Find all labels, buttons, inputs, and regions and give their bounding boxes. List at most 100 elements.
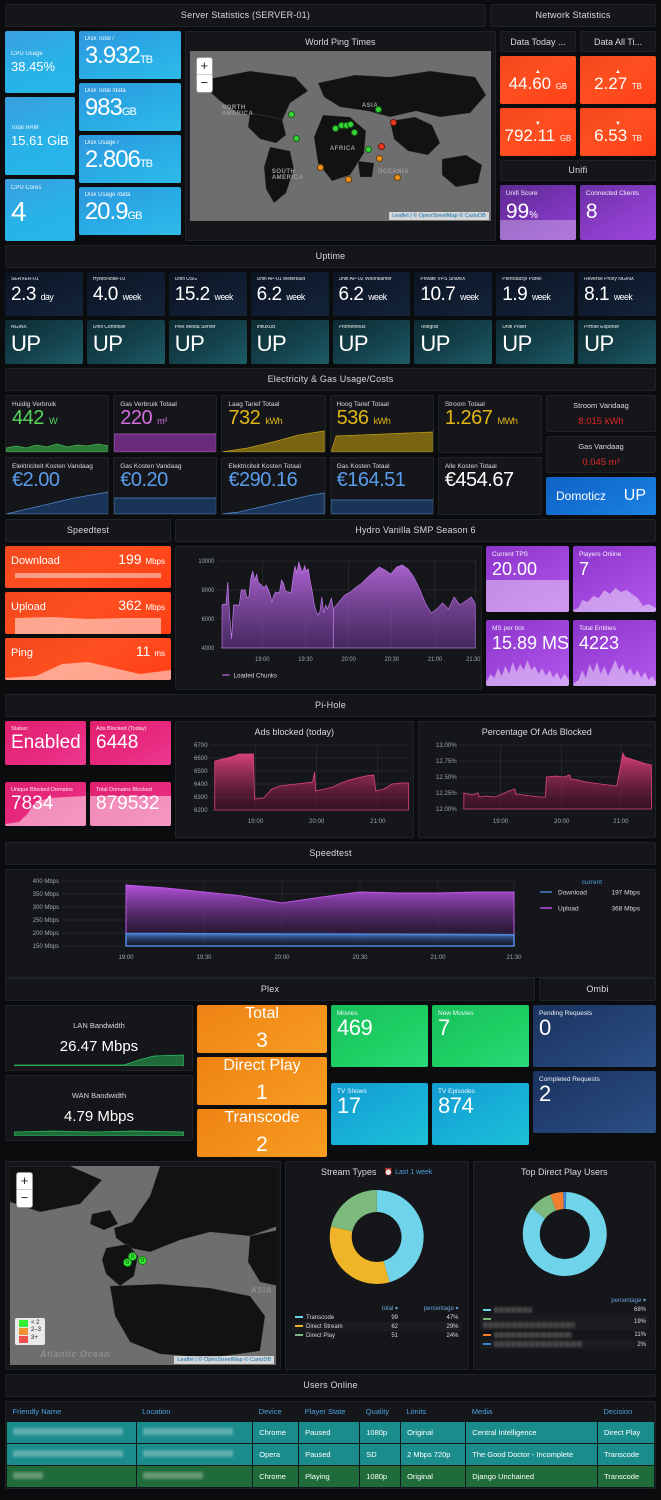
pihole-tile-0[interactable]: Status: Enabled bbox=[5, 721, 86, 765]
map-zoom-out-button[interactable]: − bbox=[17, 1190, 32, 1207]
service-status-tile-1[interactable]: Unifi Controller UP bbox=[86, 320, 165, 364]
map-zoom-out-button[interactable]: − bbox=[197, 75, 212, 92]
stat-disk-total-data[interactable]: Disk Total /data 983GB bbox=[78, 83, 181, 131]
uptime-tile-1[interactable]: HydroNode-01 4.0 week bbox=[86, 272, 165, 316]
hydro-tile-1[interactable]: Players Online 7 bbox=[573, 546, 656, 612]
stat-data-today-down[interactable]: ▼ 792.11 GB bbox=[499, 108, 576, 156]
map-zoom-in-button[interactable]: + bbox=[196, 58, 212, 75]
table-row[interactable]: Chrome Playing 1080p Original Django Unchain… bbox=[6, 1465, 655, 1488]
plex-library-tv-episodes[interactable]: TV Episodes 874 bbox=[432, 1083, 529, 1145]
user-map-pin[interactable]: 0 bbox=[128, 1252, 137, 1261]
stat-total-ram[interactable]: Total RAM 15.61 GiB bbox=[5, 97, 75, 175]
energy-cost-tile-3[interactable]: Gas Kosten Totaal €164.51 bbox=[329, 457, 434, 515]
top-users-row[interactable]: 68% bbox=[480, 1305, 650, 1315]
stream-types-row[interactable]: Direct Play 51 24% bbox=[292, 1331, 462, 1340]
pihole-tile-3[interactable]: Total Domains Blocked 879532 bbox=[90, 781, 171, 826]
map-pin[interactable] bbox=[316, 164, 324, 171]
ombi-pending-requests[interactable]: Pending Requests 0 bbox=[533, 1005, 656, 1067]
user-map-pin[interactable]: 0 bbox=[138, 1256, 147, 1265]
stat-data-alltime-down[interactable]: ▼ 6.53 TB bbox=[579, 108, 657, 156]
map-pin[interactable] bbox=[393, 174, 401, 181]
service-status-tile-5[interactable]: Telegraf UP bbox=[414, 320, 493, 364]
map-pin[interactable] bbox=[364, 146, 372, 153]
map-pin[interactable] bbox=[350, 129, 358, 136]
users-table-col-7[interactable]: Decision bbox=[597, 1402, 655, 1422]
map-pin[interactable] bbox=[292, 135, 300, 142]
top-users-row[interactable]: 19% bbox=[479, 1314, 649, 1331]
map-zoom-controls[interactable]: + − bbox=[195, 57, 213, 93]
plex-stream-transcode[interactable]: Transcode 2 bbox=[197, 1109, 327, 1157]
stat-stroom-vandaag[interactable]: Stroom Vandaag 8.015 kWh bbox=[546, 395, 656, 432]
hydro-tile-3[interactable]: Total Entities 4223 bbox=[573, 620, 656, 686]
service-status-tile-6[interactable]: Unifi Poller UP bbox=[496, 320, 575, 364]
stat-cpu-usage[interactable]: CPU Usage 38.45% bbox=[5, 31, 75, 93]
stream-types-row[interactable]: Transcode 99 47% bbox=[292, 1313, 462, 1322]
stat-cpu-cores[interactable]: CPU Cores 4 bbox=[5, 179, 75, 241]
top-users-row[interactable]: 2% bbox=[479, 1339, 649, 1350]
map-pin[interactable] bbox=[377, 143, 385, 150]
stream-types-row[interactable]: Direct Stream 62 29% bbox=[292, 1322, 462, 1331]
stat-connected-clients[interactable]: Connected Clients 8 bbox=[579, 185, 657, 240]
plex-library-tv-shows[interactable]: TV Shows 17 bbox=[331, 1083, 428, 1145]
energy-cost-tile-4[interactable]: Alle Kosten Totaal €454.67 bbox=[437, 457, 543, 515]
energy-cost-tile-1[interactable]: Gas Kosten Vandaag €0.20 bbox=[113, 457, 218, 515]
stat-disk-usage-data[interactable]: Disk Usage /data 20.9GB bbox=[78, 187, 181, 235]
users-table-col-3[interactable]: Player State bbox=[298, 1402, 360, 1422]
col-total[interactable]: total ▾ bbox=[368, 1304, 401, 1313]
energy-usage-tile-2[interactable]: Laag Tarief Totaal 732 kWh bbox=[221, 395, 326, 453]
uptime-tile-4[interactable]: Unifi AP-02 Woonkamer 6.2 week bbox=[332, 272, 411, 316]
world-map[interactable]: + − NORTH AMERICA SOUTH AMERICA AFRICA A… bbox=[189, 51, 491, 221]
users-table-col-6[interactable]: Media bbox=[465, 1402, 598, 1422]
plex-library-movies[interactable]: Movies 469 bbox=[331, 1005, 428, 1067]
table-row[interactable]: Opera Paused SD 2 Mbps 720p The Good Doctor … bbox=[6, 1443, 655, 1466]
uptime-tile-5[interactable]: Private VPS ShareX 10.7 week bbox=[414, 272, 493, 316]
pihole-tile-2[interactable]: Unique Blocked Domains 7834 bbox=[5, 781, 86, 826]
map-pin[interactable] bbox=[374, 106, 382, 113]
map-attribution[interactable]: Leaflet | © OpenStreetMap © CartoDB bbox=[389, 212, 489, 220]
energy-usage-tile-3[interactable]: Hoog Tarief Totaal 536 kWh bbox=[329, 395, 434, 453]
map-pin[interactable] bbox=[287, 111, 295, 118]
stat-lan-bandwidth[interactable]: LAN Bandwidth 26.47 Mbps bbox=[5, 1005, 193, 1071]
stat-data-alltime-up[interactable]: ▲ 2.27 TB bbox=[579, 56, 657, 104]
stat-data-today-up[interactable]: ▲ 44.60 GB bbox=[499, 56, 576, 104]
energy-cost-tile-2[interactable]: Elektriciteit Kosten Totaal €290.16 bbox=[221, 457, 326, 515]
speedtest-tile-ping[interactable]: Ping 11 ms bbox=[5, 638, 171, 680]
map-attribution[interactable]: Leaflet | © OpenStreetMap © CartoDB bbox=[174, 1356, 274, 1364]
users-table-col-0[interactable]: Friendly Name bbox=[6, 1402, 137, 1422]
speedtest-tile-upload[interactable]: Upload 362 Mbps bbox=[5, 592, 171, 634]
service-status-tile-7[interactable]: PiHole Exporter UP bbox=[578, 320, 656, 364]
plex-stream-direct-play[interactable]: Direct Play 1 bbox=[197, 1057, 327, 1105]
stat-wan-bandwidth[interactable]: WAN Bandwidth 4.79 Mbps bbox=[5, 1075, 193, 1141]
service-status-tile-4[interactable]: Prometheus UP bbox=[332, 320, 411, 364]
uptime-tile-0[interactable]: SERVER-01 2.3 day bbox=[5, 272, 83, 316]
energy-usage-tile-1[interactable]: Gas Verbruik Totaal 220 m³ bbox=[113, 395, 218, 453]
service-status-tile-2[interactable]: Plex Media Server UP bbox=[168, 320, 247, 364]
hydro-tile-0[interactable]: Current TPS 20.00 bbox=[486, 546, 569, 612]
users-table-col-5[interactable]: Limits bbox=[400, 1402, 466, 1422]
map-pin[interactable] bbox=[389, 119, 397, 126]
stat-domoticz-status[interactable]: Domoticz UP bbox=[546, 477, 656, 515]
uptime-tile-6[interactable]: Pterodactyl Panel 1.9 week bbox=[496, 272, 575, 316]
uptime-tile-7[interactable]: Reverse Proxy NGINX 8.1 week bbox=[578, 272, 656, 316]
plex-stream-total[interactable]: Total 3 bbox=[197, 1005, 327, 1053]
stat-disk-total-root[interactable]: Disk Total / 3.932TB bbox=[78, 31, 181, 79]
user-map-zoom-controls[interactable]: + − bbox=[16, 1172, 33, 1208]
energy-cost-tile-0[interactable]: Elektriciteit Kosten Vandaag €2.00 bbox=[5, 457, 110, 515]
col-percentage[interactable]: percentage ▾ bbox=[585, 1296, 649, 1305]
plex-library-new-movies[interactable]: New Movies 7 bbox=[432, 1005, 529, 1067]
energy-usage-tile-0[interactable]: Huidig Verbruik 442 W bbox=[5, 395, 110, 453]
service-status-tile-3[interactable]: InfluxDB UP bbox=[250, 320, 329, 364]
ombi-completed-requests[interactable]: Completed Requests 2 bbox=[533, 1071, 656, 1133]
users-table-col-2[interactable]: Device bbox=[252, 1402, 299, 1422]
hydro-tile-2[interactable]: MS per tick15.89 MSpt bbox=[486, 620, 569, 686]
map-pin[interactable] bbox=[344, 176, 352, 183]
user-map[interactable]: + − ASIA Atlantic Ocean 0 0 0 < 2 2–3 3+ L… bbox=[10, 1166, 276, 1365]
uptime-tile-2[interactable]: Unifi USG 15.2 week bbox=[168, 272, 247, 316]
users-table-col-4[interactable]: Quality bbox=[359, 1402, 401, 1422]
speedtest-tile-download[interactable]: Download 199 Mbps bbox=[5, 546, 171, 588]
users-table-col-1[interactable]: Location bbox=[136, 1402, 253, 1422]
map-zoom-in-button[interactable]: + bbox=[17, 1173, 32, 1190]
energy-usage-tile-4[interactable]: Stroom Totaal 1.267 MWh bbox=[437, 395, 543, 453]
time-range-picker[interactable]: ⏰ Last 1 week bbox=[384, 1168, 432, 1176]
table-row[interactable]: Chrome Paused 1080p Original Central Intelli… bbox=[6, 1421, 655, 1444]
